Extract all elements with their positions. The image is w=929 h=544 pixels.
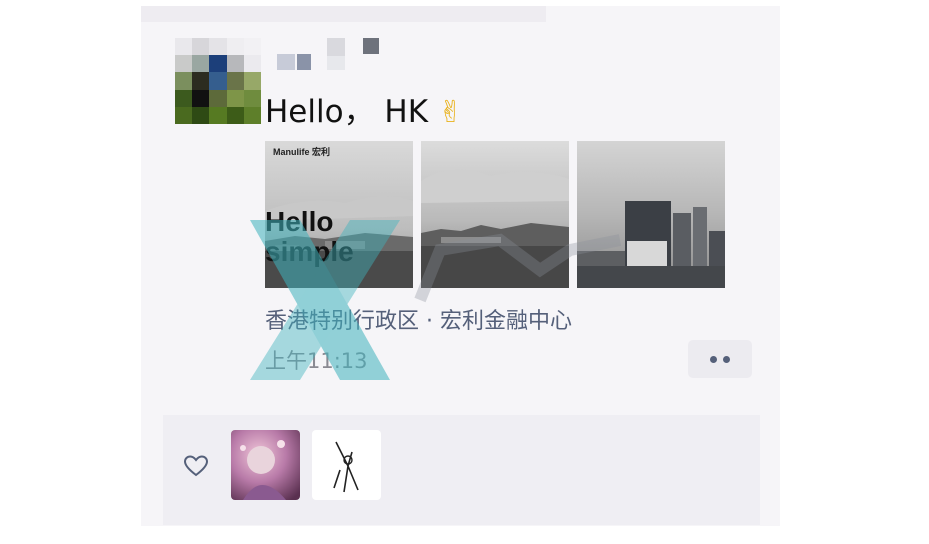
photo-2[interactable] (421, 141, 569, 288)
liker-avatar[interactable] (231, 430, 300, 500)
more-actions-button[interactable] (688, 340, 752, 378)
photo-1[interactable]: Manulife 宏利 Hello simple (265, 141, 413, 288)
dot-icon (723, 355, 730, 363)
photo-overlay-text: Hello simple (265, 206, 354, 267)
username-blurred[interactable] (277, 38, 387, 72)
heart-icon (183, 455, 209, 477)
dot-icon (710, 355, 717, 363)
avatar[interactable] (175, 38, 261, 124)
location-link[interactable]: 香港特别行政区 · 宏利金融中心 (265, 303, 572, 335)
liker-avatar[interactable] (312, 430, 381, 500)
photo-brand-label: Manulife 宏利 (273, 147, 331, 157)
top-divider (141, 6, 546, 22)
post-time: 上午11:13 (265, 349, 368, 373)
post-text: Hello， HK ✌ (265, 94, 464, 130)
victory-hand-icon: ✌ (437, 95, 464, 130)
photo-3[interactable] (577, 141, 725, 288)
